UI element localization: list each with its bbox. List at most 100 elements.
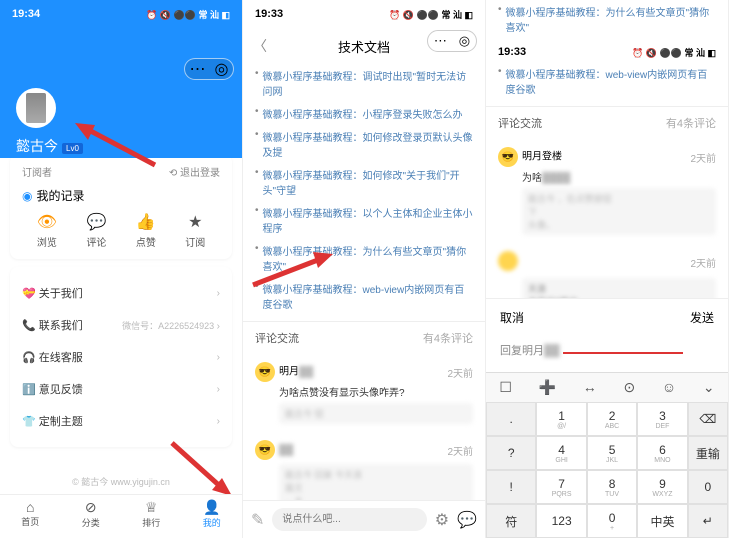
kbd-tool[interactable]: ☺ [662, 379, 676, 396]
nav-item[interactable]: ⌂首页 [0, 495, 61, 538]
comment-body: 为啥████ 懿古今 ，在点赞按钮 下 头像。 [522, 169, 716, 235]
keyboard-key[interactable]: 4GHI [536, 436, 586, 470]
article-item[interactable]: 微慕小程序基础教程：调试时出现"暂时无法访问网 [255, 64, 473, 102]
keyboard-key[interactable]: 5JKL [587, 436, 637, 470]
records-tab[interactable]: 💬评论 [86, 212, 106, 249]
keyboard-key[interactable]: ⌫ [688, 402, 728, 436]
back-button[interactable]: 〈 [253, 36, 267, 56]
records-tab[interactable]: 👍点赞 [136, 212, 156, 249]
article-link[interactable]: 微慕小程序基础教程：为什么有些文章页"猜你喜欢" [498, 0, 716, 38]
page-header: 〈 技术文档 ⋯ ◎ [243, 28, 485, 64]
nav-item[interactable]: 👤我的 [182, 495, 243, 538]
records-icon: ◉ [22, 189, 32, 203]
keyboard-key[interactable]: 6MNO [637, 436, 687, 470]
capsule-menu[interactable]: ⋯ ◎ [427, 30, 477, 52]
cancel-button[interactable]: 取消 [500, 309, 524, 326]
article-item[interactable]: 微慕小程序基础教程：web-view内嵌网页有百度谷歌 [255, 277, 473, 315]
keyboard: ☐ ➕ ↔ ⊙ ☺ ⌄ .1@/2ABC3DEF⌫?4GHI5JKL6MNO重输!7PQR… [486, 372, 728, 538]
records-tab[interactable]: ★订阅 [185, 212, 205, 249]
records-tab[interactable]: 👁浏览 [37, 212, 57, 249]
comments-header: 评论交流 有4条评论 [486, 106, 728, 139]
screen-profile: 19:34 ⏰ 🔇 ⚫⚫ 常 汕 ◧ ⋯ ◎ 懿古今Lv0 订阅者 ⟲ 退出登录… [0, 0, 243, 538]
subscriber-card: 订阅者 ⟲ 退出登录 ◉ 我的记录 👁浏览 💬评论 👍点赞 ★订阅 [10, 154, 232, 259]
comment-item: 😎 明月登楼 2天前 为啥████ 懿古今 ，在点赞按钮 下 头像。 [486, 139, 728, 243]
reply-field[interactable]: 回复明月██ [486, 336, 728, 372]
kbd-tool[interactable]: ↔ [583, 379, 597, 396]
keyboard-key[interactable]: 中英 [637, 504, 687, 538]
status-icons: ⏰ 🔇 ⚫⚫ 常 汕 ◧ [146, 8, 230, 21]
records-title: ◉ 我的记录 [22, 187, 220, 204]
kbd-tool[interactable]: ⊙ [623, 379, 635, 396]
settings-icon[interactable]: ⚙ [435, 510, 449, 530]
article-item[interactable]: 微慕小程序基础教程：小程序登录失败怎么办 [255, 102, 473, 125]
keyboard-keys: .1@/2ABC3DEF⌫?4GHI5JKL6MNO重输!7PQRS8TUV9W… [486, 402, 728, 538]
write-icon: ✎ [251, 510, 264, 530]
kbd-tool[interactable]: ➕ [539, 379, 556, 396]
keyboard-toolbar: ☐ ➕ ↔ ⊙ ☺ ⌄ [486, 373, 728, 402]
keyboard-key[interactable]: ↵ [688, 504, 728, 538]
nav-item[interactable]: ⊘分类 [61, 495, 122, 538]
keyboard-key[interactable]: 8TUV [587, 470, 637, 504]
comments-header: 评论交流 有4条评论 [243, 321, 485, 354]
keyboard-key[interactable]: 123 [536, 504, 586, 538]
keyboard-key[interactable]: 7PQRS [536, 470, 586, 504]
status-time: 19:34 [12, 8, 40, 20]
footer: © 懿古今 www.yigujin.cn ⌂首页⊘分类♕排行👤我的 [0, 475, 242, 538]
article-item[interactable]: 微慕小程序基础教程：以个人主体和企业主体小程序 [255, 201, 473, 239]
comment-item: 😎明月██2天前 为啥点赞没有显示头像咋弄?懿古今 钮 [243, 354, 485, 432]
keyboard-key[interactable]: 1@/ [536, 402, 586, 436]
kbd-tool[interactable]: ⌄ [703, 379, 715, 396]
keyboard-key[interactable]: ! [486, 470, 536, 504]
page-title: 技术文档 [338, 37, 390, 56]
article-item[interactable]: 微慕小程序基础教程：如何修改"关于我们"开头"守望 [255, 163, 473, 201]
article-list: 微慕小程序基础教程：调试时出现"暂时无法访问网微慕小程序基础教程：小程序登录失败… [243, 64, 485, 315]
capsule-menu[interactable]: ⋯ ◎ [184, 58, 234, 80]
more-icon[interactable]: ⋯ [190, 59, 206, 79]
target-icon[interactable]: ◎ [459, 33, 470, 49]
more-icon[interactable]: ⋯ [434, 33, 447, 49]
keyboard-key[interactable]: ? [486, 436, 536, 470]
menu-item[interactable]: 📞 联系我们微信号：A2226524923 › [22, 309, 220, 341]
menu-item[interactable]: 💝 关于我们 › [22, 277, 220, 309]
keyboard-key[interactable]: . [486, 402, 536, 436]
bottom-nav: ⌂首页⊘分类♕排行👤我的 [0, 494, 242, 538]
comment-input-bar: ✎ ⚙ 💬 [243, 500, 485, 538]
keyboard-key[interactable]: 0 [688, 470, 728, 504]
menu-item[interactable]: ℹ️ 意见反馈 › [22, 373, 220, 405]
user-avatar[interactable] [16, 88, 56, 128]
comment-time: 2天前 [690, 150, 716, 165]
keyboard-key[interactable]: 重输 [688, 436, 728, 470]
menu-item[interactable]: 🎧 在线客服 › [22, 341, 220, 373]
chat-icon[interactable]: 💬 [457, 510, 477, 530]
article-link[interactable]: 微慕小程序基础教程：web-view内嵌网页有百度谷歌 [498, 62, 716, 100]
subscriber-label: 订阅者 [22, 164, 52, 179]
comment-author: 明月登楼 [522, 152, 562, 163]
status-time: 19:33 [255, 8, 283, 20]
status-bar: 19:34 ⏰ 🔇 ⚫⚫ 常 汕 ◧ [0, 0, 242, 28]
profile-header: ⋯ ◎ 懿古今Lv0 [0, 28, 242, 158]
comment-avatar [498, 251, 518, 271]
kbd-tool[interactable]: ☐ [499, 379, 512, 396]
logout-button[interactable]: ⟲ 退出登录 [169, 164, 220, 179]
comment-time: 2天前 [690, 255, 716, 270]
status-bar: 19:33 ⏰ 🔇 ⚫⚫ 常 汕 ◧ [243, 0, 485, 28]
screen-article: 19:33 ⏰ 🔇 ⚫⚫ 常 汕 ◧ 〈 技术文档 ⋯ ◎ 微慕小程序基础教程：… [243, 0, 486, 538]
comment-avatar: 😎 [498, 147, 518, 167]
nav-item[interactable]: ♕排行 [121, 495, 182, 538]
keyboard-key[interactable]: 3DEF [637, 402, 687, 436]
status-icons: ⏰ 🔇 ⚫⚫ 常 汕 ◧ [632, 46, 716, 59]
keyboard-key[interactable]: 9WXYZ [637, 470, 687, 504]
keyboard-key[interactable]: 符 [486, 504, 536, 538]
username: 懿古今Lv0 [16, 136, 83, 156]
target-icon[interactable]: ◎ [215, 59, 229, 79]
level-badge: Lv0 [62, 143, 83, 154]
keyboard-key[interactable]: 0+ [587, 504, 637, 538]
comment-input[interactable] [272, 508, 426, 531]
keyboard-key[interactable]: 2ABC [587, 402, 637, 436]
article-item[interactable]: 微慕小程序基础教程：如何修改登录页默认头像及提 [255, 125, 473, 163]
records-tabs: 👁浏览 💬评论 👍点赞 ★订阅 [22, 212, 220, 249]
send-button[interactable]: 发送 [690, 309, 714, 326]
status-time: 19:33 [498, 46, 526, 58]
menu-item[interactable]: 👕 定制主题 › [22, 405, 220, 437]
article-item[interactable]: 微慕小程序基础教程：为什么有些文章页"猜你喜欢" [255, 239, 473, 277]
